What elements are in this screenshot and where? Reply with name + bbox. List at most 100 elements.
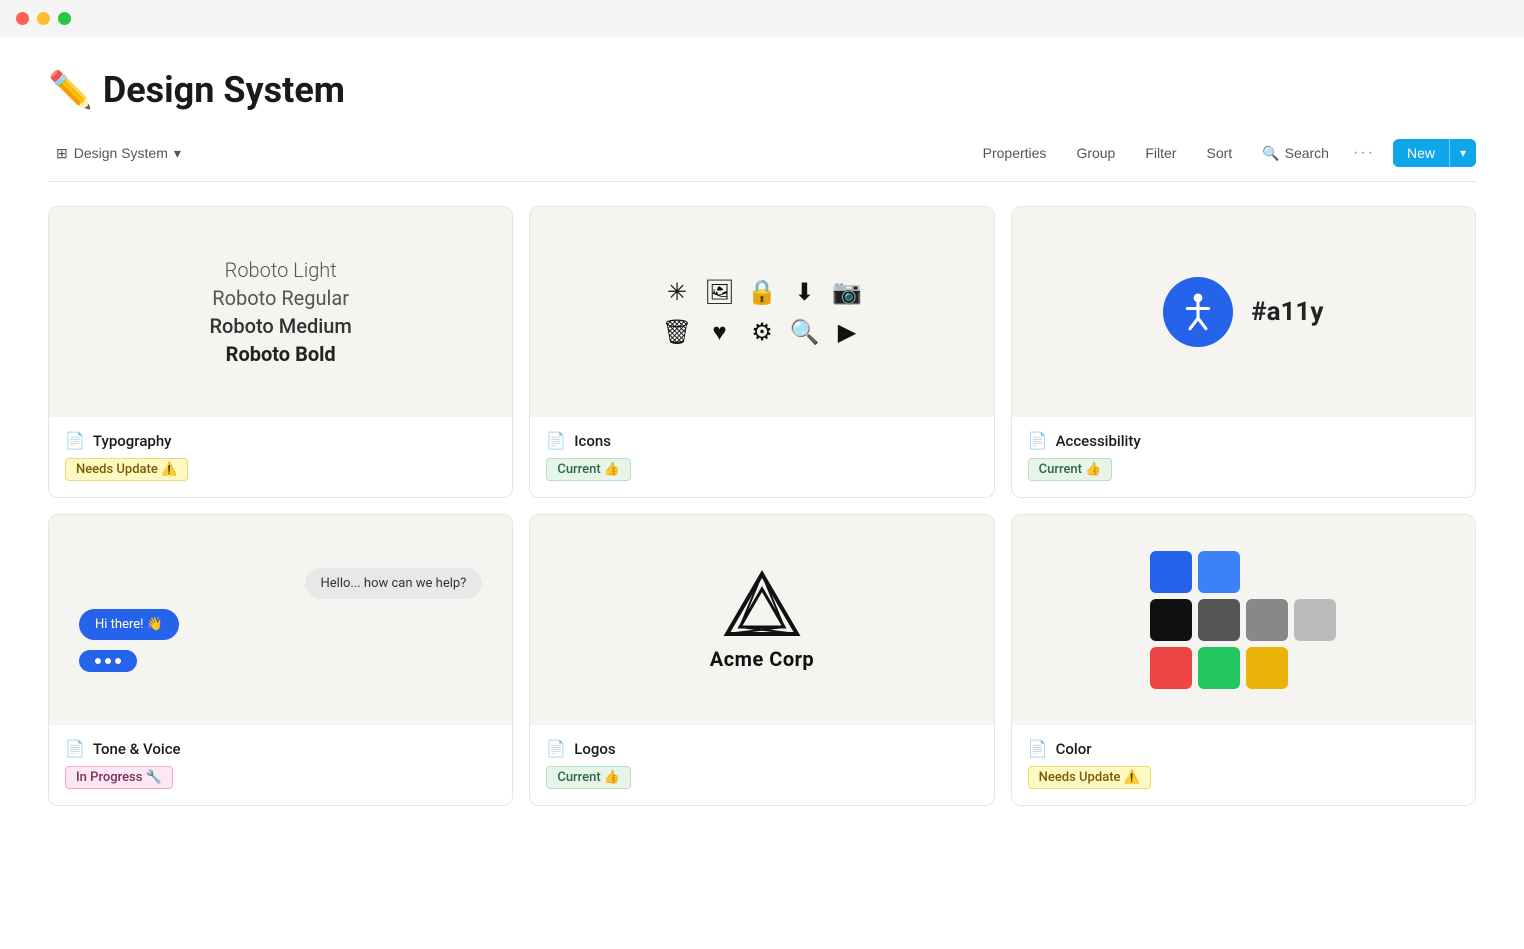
- swatch-yellow: [1246, 647, 1288, 689]
- tone-preview: Hello... how can we help? Hi there! 👋: [69, 568, 492, 672]
- status-badge-color: Needs Update ⚠️: [1028, 766, 1151, 789]
- new-button-arrow[interactable]: ▾: [1450, 140, 1476, 166]
- card-logos[interactable]: Acme Corp 📄 Logos Current 👍: [529, 514, 994, 806]
- status-badge-accessibility: Current 👍: [1028, 458, 1113, 481]
- doc-icon-tone: 📄: [65, 739, 85, 758]
- card-title-accessibility: Accessibility: [1056, 432, 1141, 450]
- toolbar-right: Properties Group Filter Sort 🔍 Search ··…: [977, 139, 1476, 167]
- card-title-row: 📄 Typography: [65, 431, 496, 450]
- swatch-dark-gray: [1198, 599, 1240, 641]
- chat-typing: [79, 650, 137, 672]
- card-title-row-tone: 📄 Tone & Voice: [65, 739, 496, 758]
- search-button[interactable]: 🔍 Search: [1256, 141, 1335, 166]
- new-button-group: New ▾: [1393, 139, 1476, 167]
- status-badge-typography: Needs Update ⚠️: [65, 458, 188, 481]
- search-label: Search: [1285, 145, 1329, 161]
- typo-bold: Roboto Bold: [226, 342, 336, 366]
- card-title-row-color: 📄 Color: [1028, 739, 1459, 758]
- icon-gear: ⚙: [751, 318, 773, 346]
- icon-search: 🔍: [790, 318, 820, 346]
- card-color[interactable]: 📄 Color Needs Update ⚠️: [1011, 514, 1476, 806]
- page-content: ✏️ Design System ⊞ Design System ▾ Prope…: [0, 37, 1524, 838]
- icon-sun: ✳: [667, 278, 687, 306]
- color-swatches-grid: [1150, 551, 1336, 689]
- card-preview-accessibility: #a11y: [1012, 207, 1475, 417]
- swatch-mid-gray: [1246, 599, 1288, 641]
- card-preview-typography: Roboto Light Roboto Regular Roboto Mediu…: [49, 207, 512, 417]
- card-info-logos: 📄 Logos Current 👍: [530, 725, 993, 805]
- card-title-row-accessibility: 📄 Accessibility: [1028, 431, 1459, 450]
- card-info-icons: 📄 Icons Current 👍: [530, 417, 993, 497]
- typo-regular: Roboto Regular: [212, 286, 349, 310]
- new-button-main[interactable]: New: [1393, 139, 1449, 167]
- page-header: ✏️ Design System: [48, 69, 1476, 111]
- dot-2: [105, 658, 111, 664]
- filter-button[interactable]: Filter: [1139, 141, 1182, 165]
- titlebar: [0, 0, 1524, 37]
- properties-button[interactable]: Properties: [977, 141, 1053, 165]
- card-title-row-logos: 📄 Logos: [546, 739, 977, 758]
- card-typography[interactable]: Roboto Light Roboto Regular Roboto Mediu…: [48, 206, 513, 498]
- swatch-light-gray: [1294, 599, 1336, 641]
- doc-icon-icons: 📄: [546, 431, 566, 450]
- toolbar-left: ⊞ Design System ▾: [48, 141, 189, 166]
- card-title-color: Color: [1056, 740, 1092, 758]
- doc-icon-color: 📄: [1028, 739, 1048, 758]
- doc-icon: 📄: [65, 431, 85, 450]
- card-info-typography: 📄 Typography Needs Update ⚠️: [49, 417, 512, 497]
- db-view-button[interactable]: ⊞ Design System ▾: [48, 141, 189, 166]
- icon-image: 🖼: [704, 278, 734, 306]
- icon-lock: 🔒: [747, 278, 777, 306]
- icons-preview: ✳ 🖼 🔒 ⬇ 📷 🗑 ♥ ⚙ 🔍 ▶: [662, 278, 862, 347]
- card-title-icons: Icons: [574, 432, 611, 450]
- chat-greeting: Hello... how can we help?: [305, 568, 483, 599]
- icon-trash: 🗑: [662, 318, 692, 346]
- status-badge-icons: Current 👍: [546, 458, 631, 481]
- card-accessibility[interactable]: #a11y 📄 Accessibility Current 👍: [1011, 206, 1476, 498]
- card-info-tone: 📄 Tone & Voice In Progress 🔧: [49, 725, 512, 805]
- search-icon: 🔍: [1262, 145, 1279, 162]
- icon-camera: 📷: [832, 278, 862, 306]
- swatch-black: [1150, 599, 1192, 641]
- card-title: Typography: [93, 432, 172, 450]
- card-info-accessibility: 📄 Accessibility Current 👍: [1012, 417, 1475, 497]
- typo-light: Roboto Light: [225, 258, 337, 282]
- card-title-tone: Tone & Voice: [93, 740, 181, 758]
- typography-preview: Roboto Light Roboto Regular Roboto Mediu…: [209, 258, 351, 366]
- page-title: Design System: [103, 69, 345, 111]
- cards-grid: Roboto Light Roboto Regular Roboto Mediu…: [48, 206, 1476, 806]
- maximize-button[interactable]: [58, 12, 71, 25]
- sort-button[interactable]: Sort: [1200, 141, 1238, 165]
- card-preview-logos: Acme Corp: [530, 515, 993, 725]
- card-title-row-icons: 📄 Icons: [546, 431, 977, 450]
- swatch-blue-dark: [1150, 551, 1192, 593]
- status-badge-logos: Current 👍: [546, 766, 631, 789]
- close-button[interactable]: [16, 12, 29, 25]
- swatch-green: [1198, 647, 1240, 689]
- card-icons[interactable]: ✳ 🖼 🔒 ⬇ 📷 🗑 ♥ ⚙ 🔍 ▶ 📄 Icons Current: [529, 206, 994, 498]
- a11y-icon-circle: [1163, 277, 1233, 347]
- icon-download: ⬇: [794, 278, 814, 306]
- view-chevron: ▾: [174, 145, 181, 162]
- a11y-label: #a11y: [1251, 297, 1323, 327]
- acme-logo-icon: [722, 569, 802, 639]
- dot-1: [95, 658, 101, 664]
- card-preview-icons: ✳ 🖼 🔒 ⬇ 📷 🗑 ♥ ⚙ 🔍 ▶: [530, 207, 993, 417]
- page-emoji: ✏️: [48, 69, 93, 111]
- more-options-button[interactable]: ···: [1353, 144, 1375, 162]
- status-badge-tone: In Progress 🔧: [65, 766, 173, 789]
- icon-heart: ♥: [712, 318, 726, 347]
- swatch-blue-light: [1198, 551, 1240, 593]
- minimize-button[interactable]: [37, 12, 50, 25]
- typo-medium: Roboto Medium: [209, 314, 351, 338]
- group-button[interactable]: Group: [1070, 141, 1121, 165]
- card-info-color: 📄 Color Needs Update ⚠️: [1012, 725, 1475, 805]
- card-tone-voice[interactable]: Hello... how can we help? Hi there! 👋 📄 …: [48, 514, 513, 806]
- chat-response: Hi there! 👋: [79, 609, 179, 640]
- a11y-preview: #a11y: [1163, 277, 1323, 347]
- doc-icon-accessibility: 📄: [1028, 431, 1048, 450]
- swatch-red: [1150, 647, 1192, 689]
- logo-preview: Acme Corp: [710, 569, 814, 671]
- a11y-person-icon: [1176, 290, 1220, 334]
- card-preview-color: [1012, 515, 1475, 725]
